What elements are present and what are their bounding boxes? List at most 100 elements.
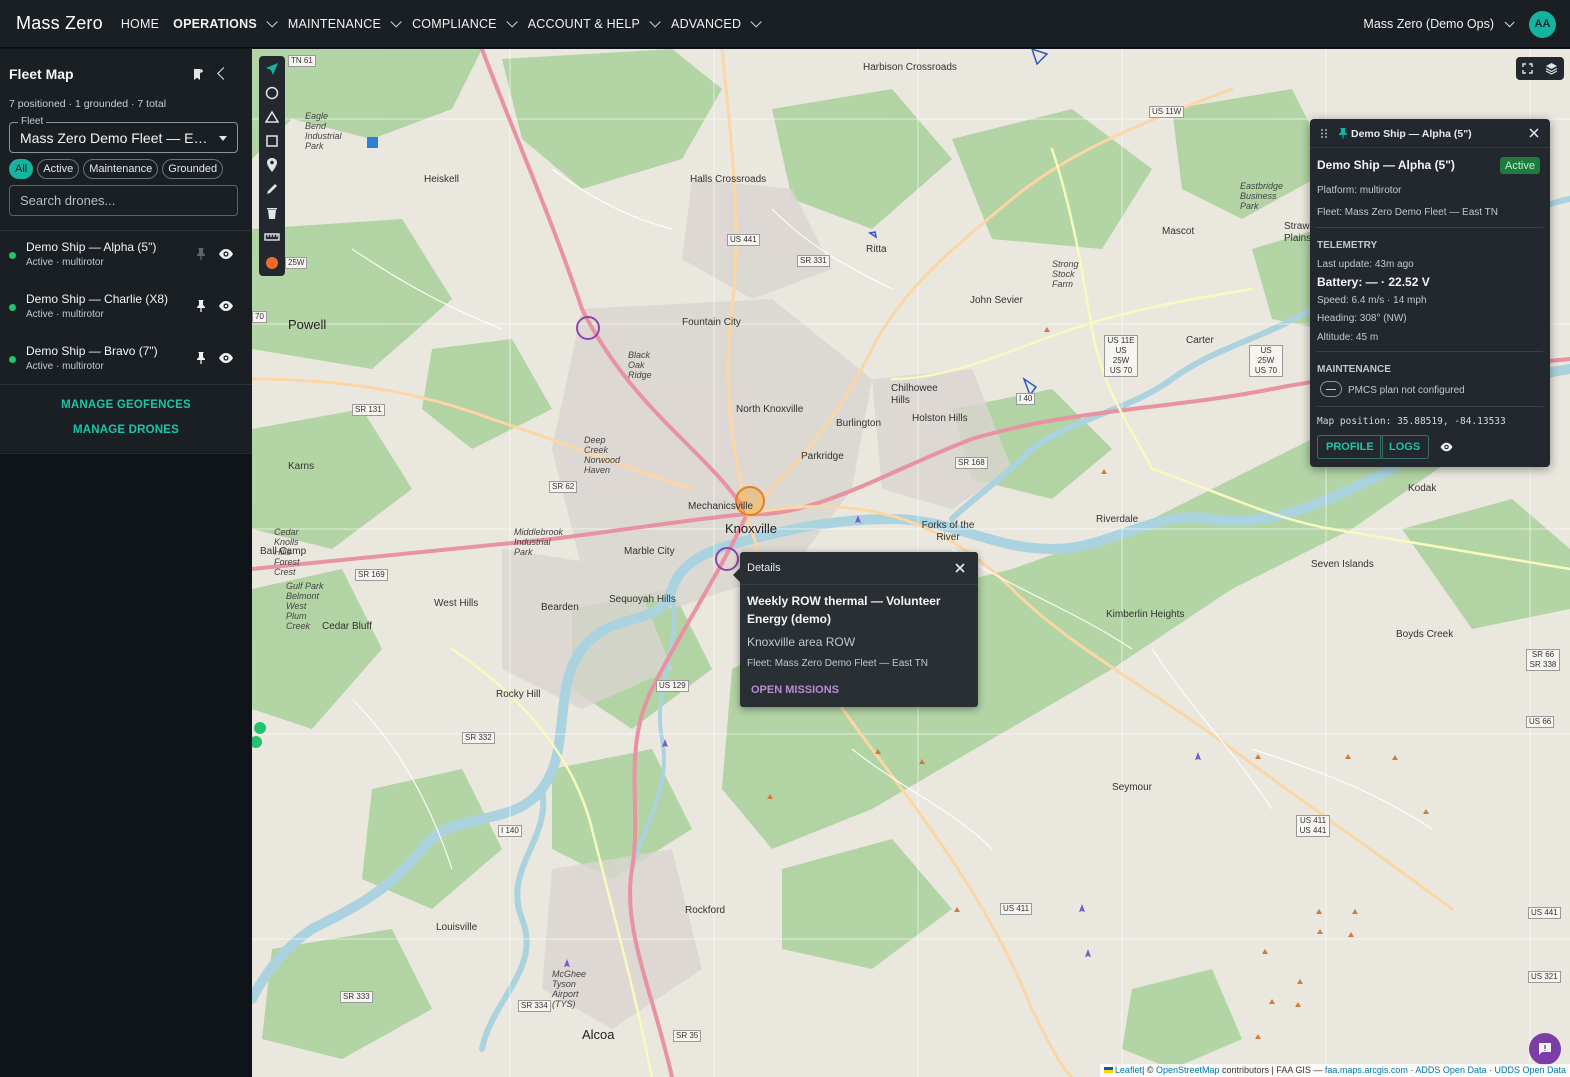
org-selector-label: Mass Zero (Demo Ops)	[1363, 17, 1494, 31]
dropdown-caret-icon	[219, 136, 227, 141]
record-color-icon[interactable]	[264, 255, 280, 271]
map-label: John Sevier	[970, 295, 1023, 306]
popup-tail	[733, 568, 740, 582]
map-label: Gulf Park Belmont West Plum Creek	[286, 581, 324, 631]
rectangle-tool-icon[interactable]	[264, 133, 280, 149]
sidebar: Fleet Map 7 positioned · 1 grounded · 7 …	[0, 49, 252, 1077]
nav-home-label: HOME	[120, 16, 160, 31]
fleet-map[interactable]: Harbison Crossroads Heiskell Halls Cross…	[252, 49, 1570, 1077]
map-label: Alcoa	[582, 1027, 615, 1042]
last-update: Last update: 43m ago	[1317, 259, 1414, 270]
map-label: Mechanicsville	[688, 501, 754, 512]
nav-account-help-label: ACCOUNT & HELP	[527, 16, 641, 31]
highway-shield: SR 169	[355, 569, 388, 581]
ruler-icon[interactable]	[264, 229, 280, 245]
eye-icon[interactable]	[218, 299, 234, 313]
highway-shield: US 11W	[1149, 106, 1185, 118]
close-icon[interactable]	[954, 562, 966, 574]
drone-meta: Active · multirotor	[26, 361, 104, 372]
highway-shield: I 40	[1016, 393, 1036, 405]
leaflet-link[interactable]: Leaflet	[1115, 1065, 1142, 1075]
pin-icon[interactable]	[195, 247, 207, 261]
nav-compliance[interactable]: COMPLIANCE	[412, 15, 518, 31]
pin-icon[interactable]	[195, 299, 207, 313]
pin-icon[interactable]	[195, 351, 207, 365]
drone-details-panel: Demo Ship — Alpha (5") Demo Ship — Alpha…	[1310, 119, 1550, 467]
bookmark-add-icon[interactable]	[193, 68, 204, 81]
nav-account-help[interactable]: ACCOUNT & HELP	[527, 15, 661, 31]
filter-chip-active[interactable]: Active	[37, 159, 80, 179]
user-avatar[interactable]: AA	[1529, 10, 1556, 38]
layers-icon[interactable]	[1545, 62, 1558, 75]
close-icon[interactable]	[1529, 128, 1539, 138]
divider	[0, 230, 252, 231]
status-dot	[9, 356, 16, 363]
highway-shield: US 441	[727, 234, 760, 246]
drone-search-input[interactable]	[10, 186, 237, 215]
drone-panel-header[interactable]: Demo Ship — Alpha (5")	[1310, 119, 1550, 147]
drone-list-item[interactable]: Demo Ship — Alpha (5") Active · multirot…	[0, 235, 252, 287]
chevron-down-icon	[266, 15, 278, 28]
map-label: North Knoxville	[736, 404, 804, 415]
map-label: Boyds Creek	[1396, 629, 1454, 640]
trash-icon[interactable]	[264, 205, 280, 221]
filter-chip-grounded[interactable]: Grounded	[162, 159, 224, 179]
chevron-down-icon	[506, 15, 518, 28]
altitude-readout: Altitude: 45 m	[1317, 332, 1379, 343]
nav-maintenance[interactable]: MAINTENANCE	[288, 15, 402, 31]
polygon-tool-icon[interactable]	[264, 109, 280, 125]
map-label: Marble City	[624, 546, 675, 557]
circle-tool-icon[interactable]	[264, 85, 280, 101]
logs-button[interactable]: LOGS	[1380, 435, 1430, 459]
filter-chip-maintenance[interactable]: Maintenance	[83, 159, 159, 179]
marker-tool-icon[interactable]	[264, 157, 280, 173]
highway-shield: SR 331	[797, 255, 830, 267]
chevron-down-icon	[390, 15, 402, 28]
udds-link[interactable]: UDDS Open Data	[1494, 1065, 1566, 1075]
eye-icon[interactable]	[1439, 441, 1454, 453]
edit-pencil-icon[interactable]	[264, 181, 280, 197]
drone-name: Demo Ship — Alpha (5")	[26, 240, 157, 254]
map-label: Chilhowee Hills	[891, 383, 938, 406]
speed-readout: Speed: 6.4 m/s · 14 mph	[1317, 295, 1427, 306]
nav-operations[interactable]: OPERATIONS	[173, 15, 278, 31]
divider	[0, 384, 252, 385]
highway-shield: US 441	[1528, 907, 1561, 919]
map-attribution: Leaflet| © OpenStreetMap contributors | …	[1099, 1064, 1570, 1077]
drag-handle-icon[interactable]	[1320, 128, 1328, 139]
map-label: Eagle Bend Industrial Park	[305, 111, 342, 151]
filter-chip-all[interactable]: All	[9, 159, 34, 179]
nav-advanced[interactable]: ADVANCED	[671, 15, 762, 31]
profile-button[interactable]: PROFILE	[1317, 435, 1383, 459]
status-filter-chips: All Active Maintenance Grounded	[9, 159, 224, 179]
drone-list-item[interactable]: Demo Ship — Charlie (X8) Active · multir…	[0, 287, 252, 339]
osm-link[interactable]: OpenStreetMap	[1156, 1065, 1220, 1075]
collapse-sidebar-icon[interactable]	[217, 67, 230, 80]
help-chat-button[interactable]	[1529, 1033, 1561, 1065]
nav-home[interactable]: HOME	[121, 17, 159, 31]
eye-icon[interactable]	[218, 351, 234, 365]
top-right-controls: Mass Zero (Demo Ops) AA	[1363, 0, 1556, 48]
map-label: Halls Crossroads	[690, 174, 767, 185]
brand-logo-text[interactable]: Mass Zero	[16, 13, 103, 34]
pmcs-toggle[interactable]	[1320, 381, 1342, 397]
pin-icon[interactable]	[1338, 127, 1348, 139]
navigate-arrow-icon[interactable]	[264, 61, 280, 77]
highway-shield: 25W	[285, 257, 308, 269]
mission-details-popup: Details Weekly ROW thermal — Volunteer E…	[733, 552, 978, 707]
open-missions-button[interactable]: OPEN MISSIONS	[751, 684, 839, 696]
map-label: Harbison Crossroads	[863, 62, 957, 73]
manage-geofences-button[interactable]: MANAGE GEOFENCES	[0, 399, 252, 411]
chevron-down-icon	[750, 15, 762, 28]
map-label: Knoxville	[725, 521, 778, 536]
adds-link[interactable]: ADDS Open Data	[1415, 1065, 1486, 1075]
drone-fleet: Fleet: Mass Zero Demo Fleet — East TN	[1317, 207, 1498, 218]
fullscreen-icon[interactable]	[1522, 63, 1533, 74]
fleet-select[interactable]: Fleet Mass Zero Demo Fleet — East TN	[9, 116, 238, 153]
org-selector[interactable]: Mass Zero (Demo Ops)	[1363, 16, 1515, 31]
heading-readout: Heading: 308° (NW)	[1317, 313, 1407, 324]
eye-icon[interactable]	[218, 247, 234, 261]
manage-drones-button[interactable]: MANAGE DRONES	[0, 424, 252, 436]
map-label: Burlington	[836, 418, 882, 429]
faa-link[interactable]: faa.maps.arcgis.com	[1325, 1065, 1408, 1075]
